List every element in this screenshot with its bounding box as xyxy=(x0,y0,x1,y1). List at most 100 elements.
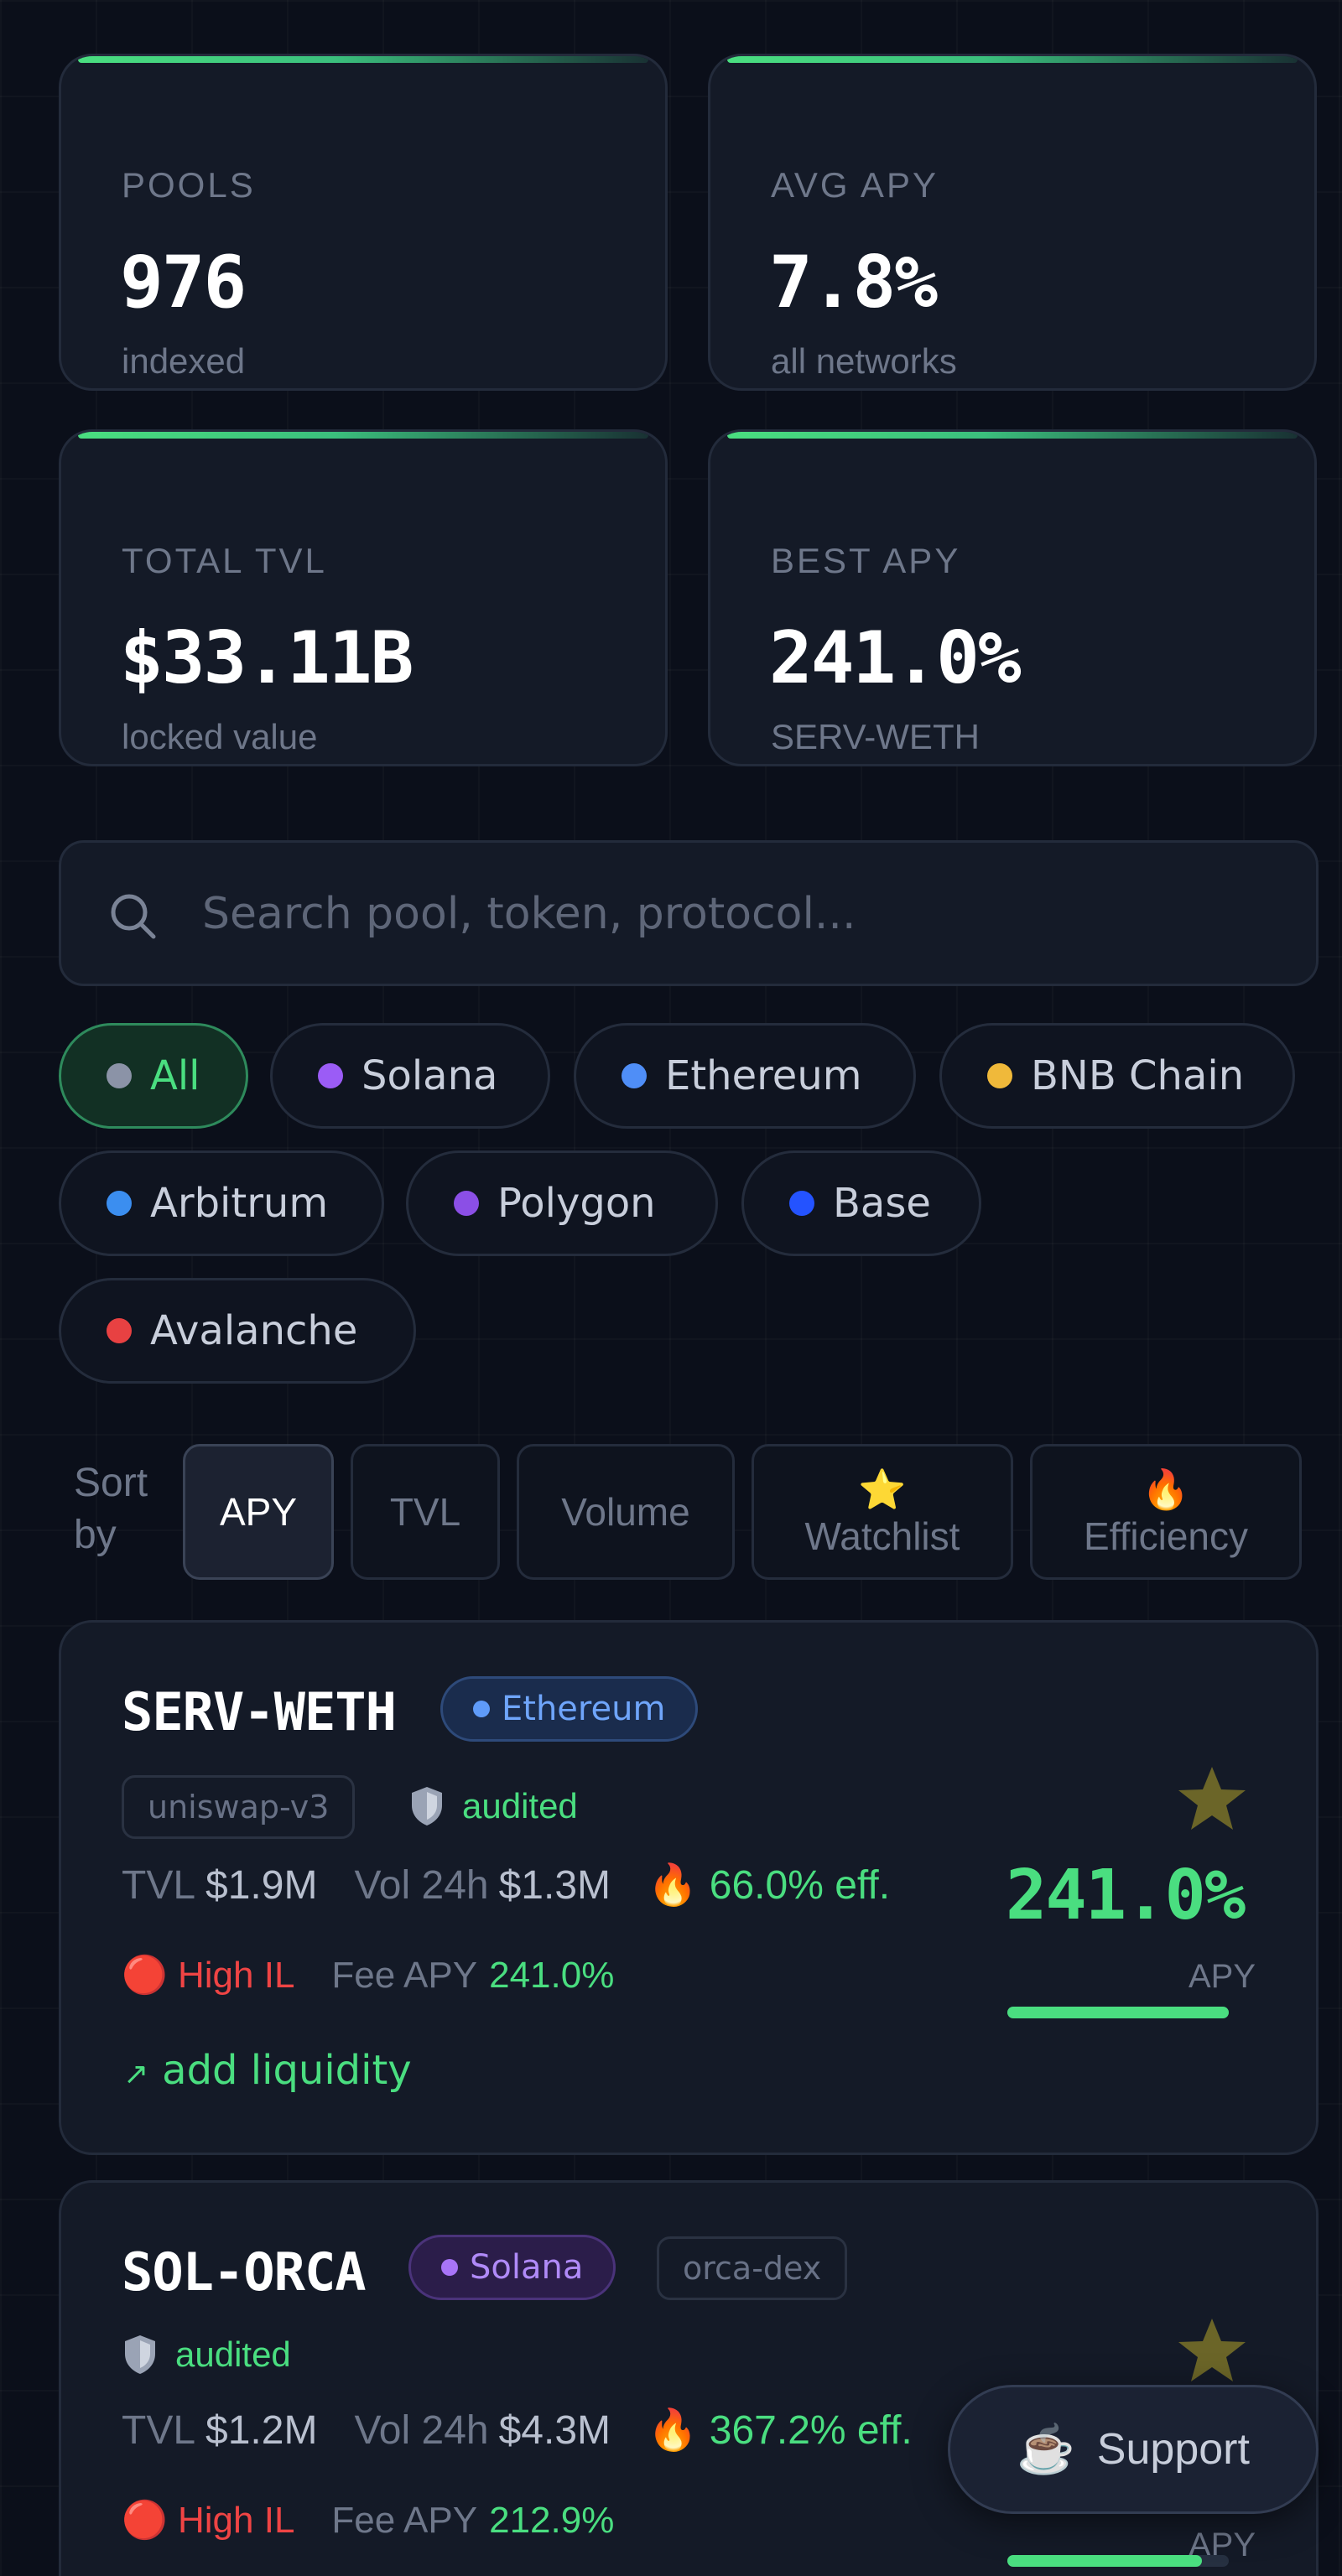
coffee-icon: ☕ xyxy=(1017,2423,1075,2475)
chain-filter-all[interactable]: All xyxy=(59,1023,248,1129)
chain-dot xyxy=(318,1063,343,1088)
watchlist-star-icon[interactable] xyxy=(1177,2317,1247,2384)
chain-filter-arbitrum[interactable]: Arbitrum xyxy=(59,1150,384,1256)
sort-button-volume[interactable]: Volume xyxy=(517,1444,735,1580)
sort-button-label: APY xyxy=(219,1490,298,1534)
stat-card-pools: POOLS 976 indexed xyxy=(59,54,668,391)
chain-filter-polygon[interactable]: Polygon xyxy=(406,1150,718,1256)
stat-label: AVG APY xyxy=(771,165,939,205)
fire-icon: 🔥 xyxy=(648,1863,698,1908)
il-row: 🔴 High IL Fee APY 241.0% xyxy=(122,1953,614,1997)
support-button[interactable]: ☕ Support xyxy=(948,2385,1319,2514)
fire-icon: 🔥 xyxy=(648,2408,698,2453)
tvl-label: TVL xyxy=(122,2408,196,2453)
stat-subtitle: locked value xyxy=(122,717,318,756)
pool-metrics: TVL $1.2M Vol 24h $4.3M 🔥 367.2% eff. xyxy=(122,2406,913,2454)
volume-value: $1.3M xyxy=(498,1863,611,1908)
chain-badge-label: Solana xyxy=(470,2248,584,2287)
fee-apy-value: 241.0% xyxy=(489,1955,615,1996)
chain-filter-solana[interactable]: Solana xyxy=(270,1023,550,1129)
tvl-value: $1.9M xyxy=(205,1863,318,1908)
chain-dot xyxy=(789,1191,814,1216)
stat-label: BEST APY xyxy=(771,541,961,580)
sort-button-efficiency[interactable]: 🔥 Efficiency xyxy=(1030,1444,1302,1580)
search-icon xyxy=(111,894,156,939)
chain-badge-label: Ethereum xyxy=(502,1690,666,1728)
apy-value: 241.0% xyxy=(1006,1856,1246,1935)
shield-icon xyxy=(412,1787,442,1826)
tvl-value: $1.2M xyxy=(205,2408,318,2453)
star-icon: ⭐ xyxy=(858,1467,907,1511)
shield-icon xyxy=(125,2335,155,2374)
apy-label: APY xyxy=(1189,1958,1256,1995)
stat-card-avg-apy: AVG APY 7.8% all networks xyxy=(708,54,1317,391)
sort-button-apy[interactable]: APY xyxy=(183,1444,334,1580)
search-input[interactable] xyxy=(202,868,1276,960)
chain-dot xyxy=(622,1063,647,1088)
add-liquidity-link[interactable]: ↗ add liquidity xyxy=(123,2047,412,2094)
support-label: Support xyxy=(1096,2425,1250,2474)
pool-metrics: TVL $1.9M Vol 24h $1.3M 🔥 66.0% eff. xyxy=(122,1861,890,1909)
il-warning: 🔴 High IL xyxy=(122,1955,295,1996)
chain-dot xyxy=(441,2259,458,2276)
chip-label: Arbitrum xyxy=(150,1180,329,1227)
sort-label: Sort by xyxy=(74,1461,148,1557)
sort-button-label: Watchlist xyxy=(804,1514,960,1558)
stat-label: POOLS xyxy=(122,165,256,205)
stat-subtitle: indexed xyxy=(122,341,246,381)
sort-button-label: TVL xyxy=(389,1490,461,1534)
sort-button-label: Efficiency xyxy=(1083,1514,1249,1558)
chain-dot xyxy=(107,1318,132,1343)
chip-label: Avalanche xyxy=(150,1307,358,1354)
apy-bar-fill xyxy=(1007,2555,1203,2567)
watchlist-star-icon[interactable] xyxy=(1177,1765,1247,1832)
efficiency-value: 367.2% eff. xyxy=(709,2408,913,2453)
il-row: 🔴 High IL Fee APY 212.9% xyxy=(122,2498,614,2542)
chain-badge: Solana xyxy=(408,2235,616,2300)
search-bar[interactable] xyxy=(59,840,1319,986)
sort-button-watchlist[interactable]: ⭐ Watchlist xyxy=(752,1444,1013,1580)
apy-bar-fill xyxy=(1007,2007,1229,2018)
sort-button-tvl[interactable]: TVL xyxy=(351,1444,500,1580)
sort-button-label: Volume xyxy=(561,1490,690,1534)
chip-label: Polygon xyxy=(497,1180,656,1227)
card-accent-line xyxy=(727,432,1298,439)
apy-bar xyxy=(1007,2555,1229,2567)
fire-icon: 🔥 xyxy=(1142,1467,1190,1511)
chain-dot xyxy=(107,1063,132,1088)
pool-card[interactable]: SOL-ORCA Solana orca-dex audited TVL $1.2… xyxy=(59,2180,1319,2576)
card-accent-line xyxy=(78,56,648,63)
efficiency-value: 66.0% eff. xyxy=(709,1863,891,1908)
stat-label: TOTAL TVL xyxy=(122,541,327,580)
add-liquidity-label: add liquidity xyxy=(162,2047,412,2094)
stat-value: $33.11B xyxy=(120,616,414,700)
stat-value: 241.0% xyxy=(769,616,1022,700)
chain-dot xyxy=(987,1063,1012,1088)
pool-card[interactable]: SERV-WETH Ethereum uniswap-v3 audited TV… xyxy=(59,1620,1319,2155)
chain-filter-bnb-chain[interactable]: BNB Chain xyxy=(939,1023,1295,1129)
card-accent-line xyxy=(727,56,1298,63)
volume-label: Vol 24h xyxy=(354,2408,489,2453)
stat-value: 976 xyxy=(120,241,247,325)
volume-label: Vol 24h xyxy=(354,1863,489,1908)
pool-name: SOL-ORCA xyxy=(122,2241,367,2303)
stat-subtitle: all networks xyxy=(771,341,957,381)
volume-value: $4.3M xyxy=(498,2408,611,2453)
audited-label: audited xyxy=(462,1786,578,1826)
tvl-label: TVL xyxy=(122,1863,196,1908)
apy-bar xyxy=(1007,2007,1229,2018)
chain-dot xyxy=(107,1191,132,1216)
stat-card-total-tvl: TOTAL TVL $33.11B locked value xyxy=(59,429,668,766)
fee-apy-label: Fee APY xyxy=(331,2500,478,2541)
chain-dot xyxy=(454,1191,479,1216)
chain-filter-ethereum[interactable]: Ethereum xyxy=(574,1023,916,1129)
chip-label: Solana xyxy=(362,1052,498,1099)
protocol-tag: uniswap-v3 xyxy=(122,1775,356,1839)
fee-apy-value: 212.9% xyxy=(489,2500,615,2541)
chain-badge: Ethereum xyxy=(440,1676,699,1742)
chip-label: BNB Chain xyxy=(1031,1052,1245,1099)
stat-card-best-apy: BEST APY 241.0% SERV-WETH xyxy=(708,429,1317,766)
audited-label: audited xyxy=(175,2334,291,2374)
chain-filter-base[interactable]: Base xyxy=(741,1150,981,1256)
chain-filter-avalanche[interactable]: Avalanche xyxy=(59,1278,416,1384)
